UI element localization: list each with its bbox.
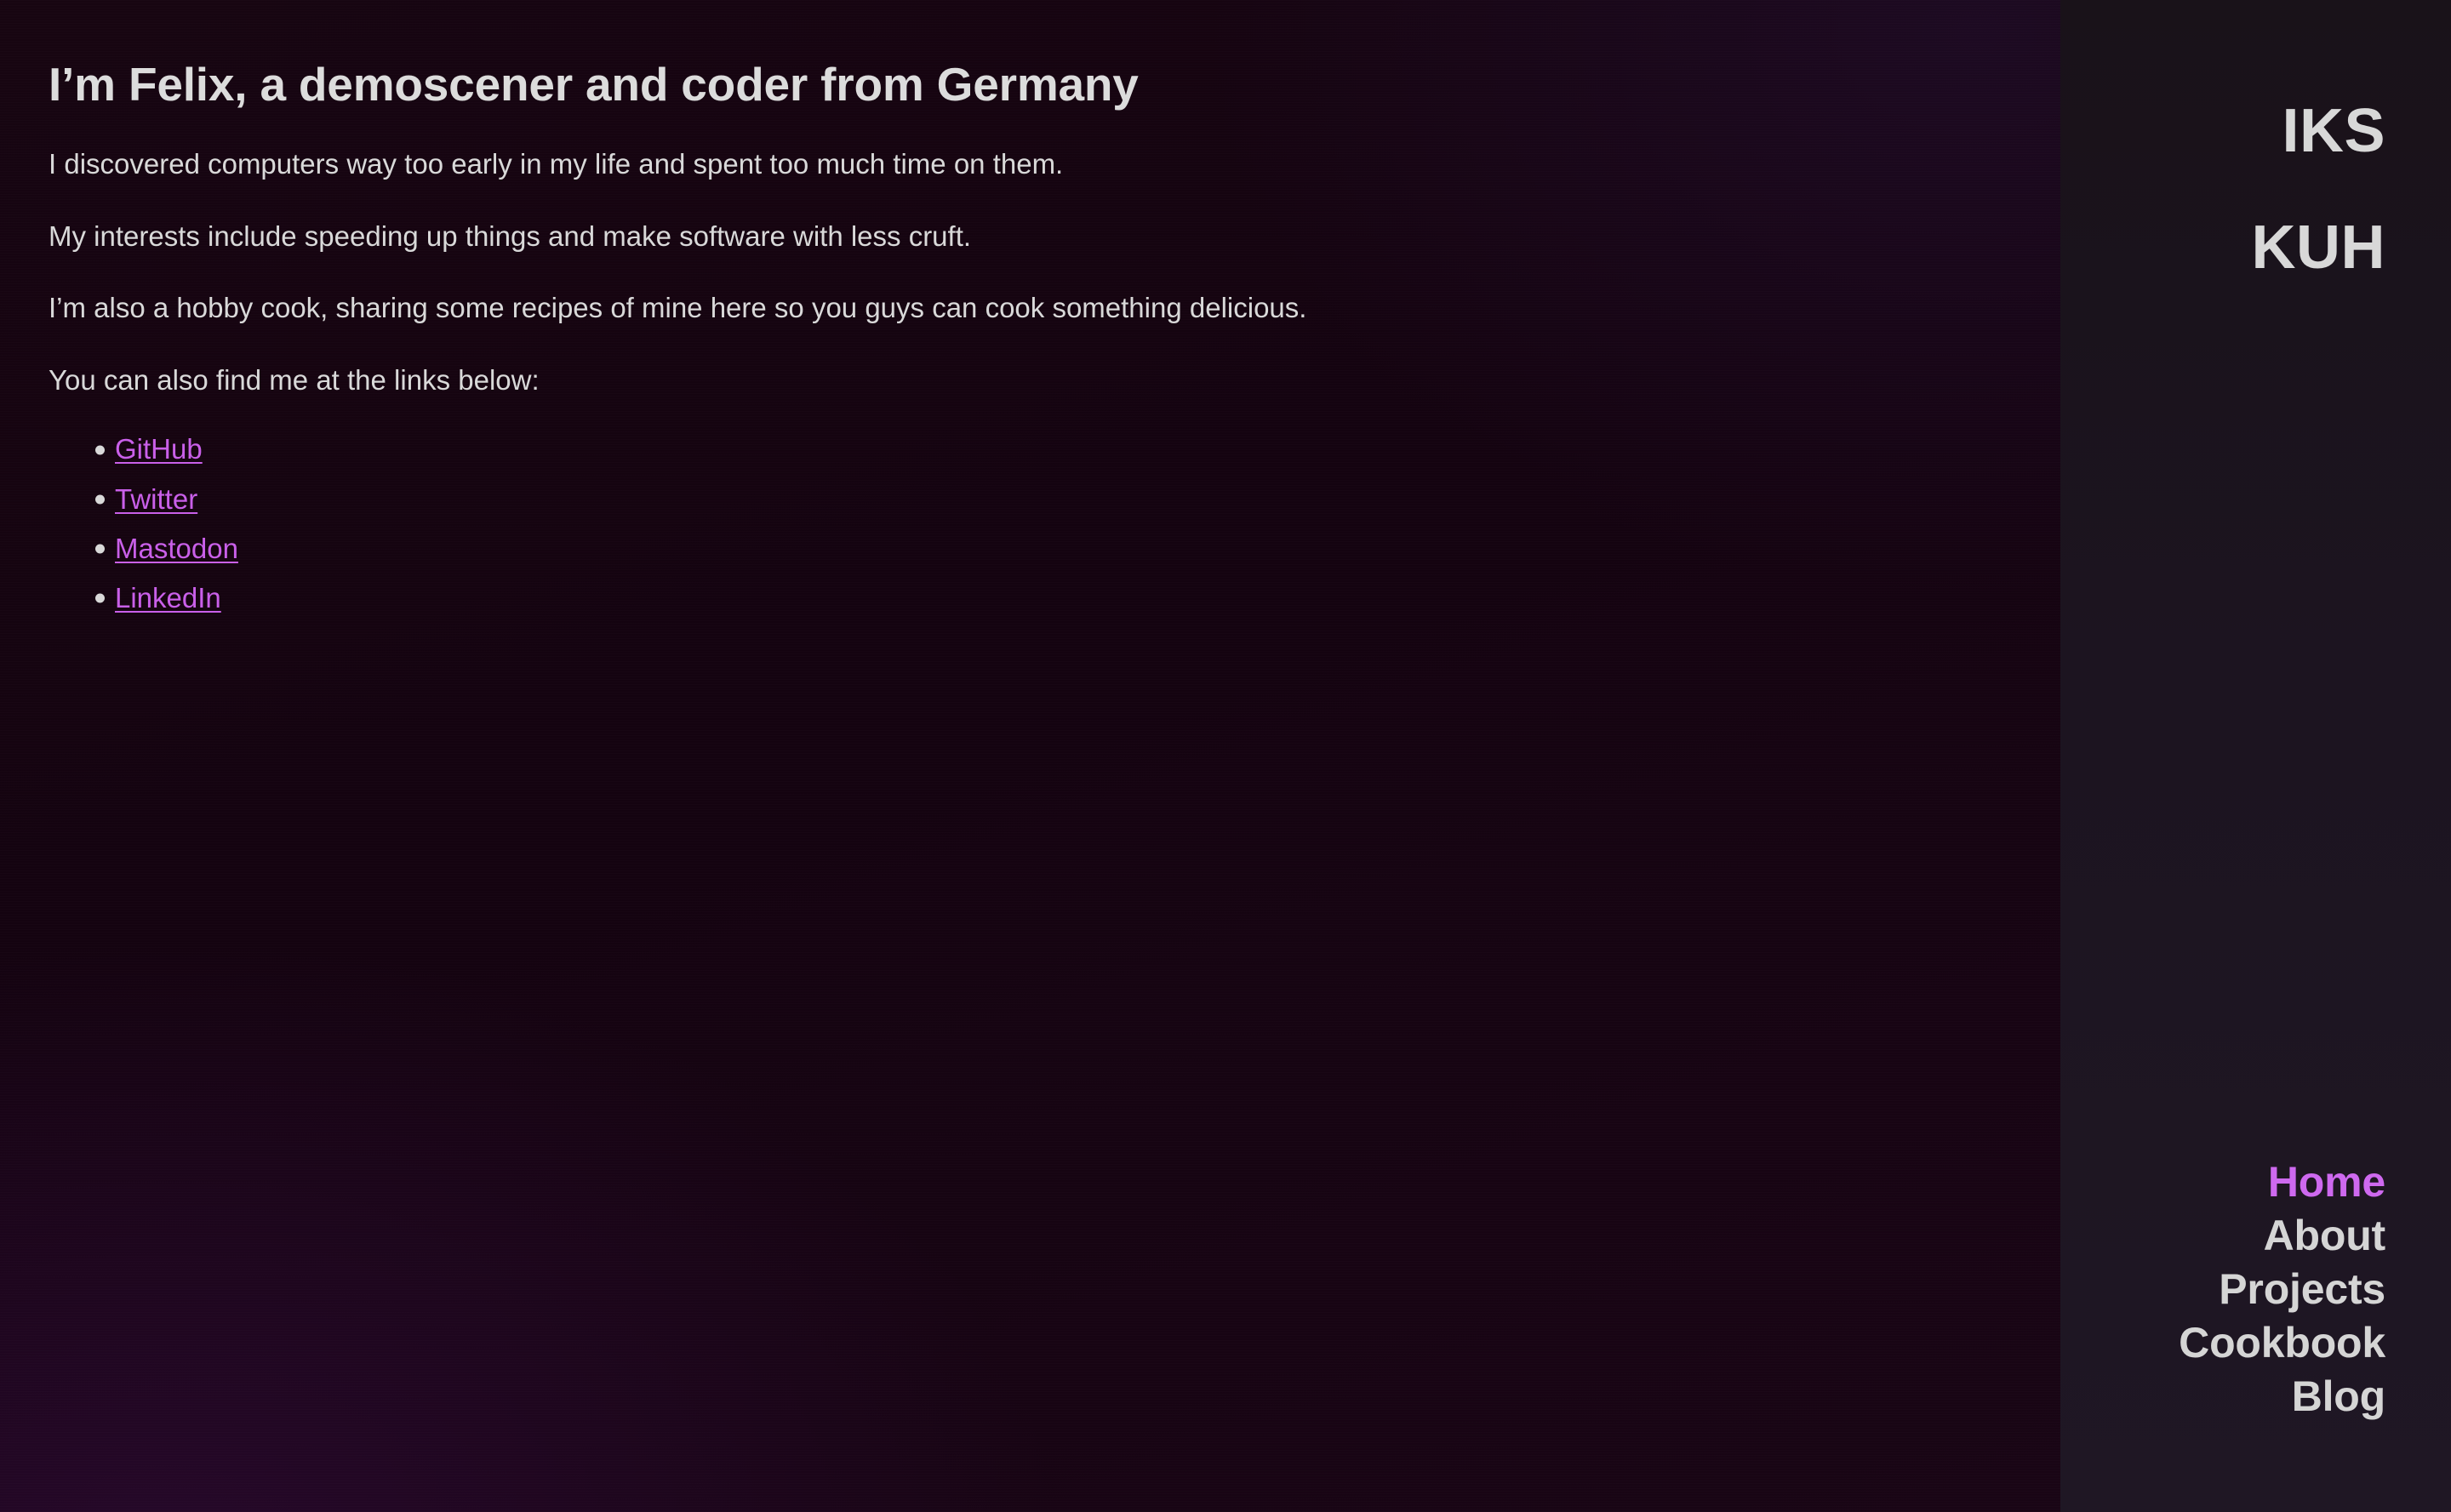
list-item: Twitter — [49, 483, 2009, 516]
social-link-list: GitHub Twitter Mastodon LinkedIn — [49, 433, 2009, 614]
intro-paragraph-2: My interests include speeding up things … — [49, 220, 972, 252]
list-item: Mastodon — [49, 533, 2009, 565]
bullet-icon — [95, 445, 105, 455]
site-logo-line-2: KUH — [2251, 214, 2385, 282]
main-content: I’m Felix, a demoscener and coder from G… — [0, 0, 2060, 1512]
social-link-github[interactable]: GitHub — [115, 433, 203, 465]
nav-item-about[interactable]: About — [2060, 1209, 2386, 1263]
intro-paragraph-3: I’m also a hobby cook, sharing some reci… — [49, 292, 1307, 324]
page-root: I’m Felix, a demoscener and coder from G… — [0, 0, 2451, 1512]
intro-paragraph-1: I discovered computers way too early in … — [49, 148, 1064, 180]
social-link-twitter[interactable]: Twitter — [115, 483, 197, 515]
social-link-linkedin[interactable]: LinkedIn — [115, 582, 221, 613]
nav-item-home[interactable]: Home — [2060, 1155, 2385, 1209]
bullet-icon — [95, 593, 105, 603]
site-navigation: Home About Projects Cookbook Blog — [2060, 1155, 2385, 1424]
nav-item-projects[interactable]: Projects — [2060, 1263, 2385, 1316]
bullet-icon — [95, 494, 105, 505]
list-item: LinkedIn — [49, 582, 2009, 614]
list-item: GitHub — [49, 433, 2009, 465]
social-link-mastodon[interactable]: Mastodon — [115, 533, 238, 564]
nav-item-blog[interactable]: Blog — [2060, 1370, 2385, 1424]
bullet-icon — [95, 544, 105, 554]
site-logo-line-1: IKS — [2282, 97, 2385, 166]
sidebar: IKS KUH Home About Projects Cookbook Blo… — [2060, 0, 2451, 1512]
site-logo[interactable]: IKS KUH — [2060, 44, 2385, 335]
links-lead-in: You can also find me at the links below: — [49, 363, 540, 396]
page-title: I’m Felix, a demoscener and coder from G… — [49, 58, 1139, 111]
nav-item-cookbook[interactable]: Cookbook — [2060, 1316, 2385, 1370]
